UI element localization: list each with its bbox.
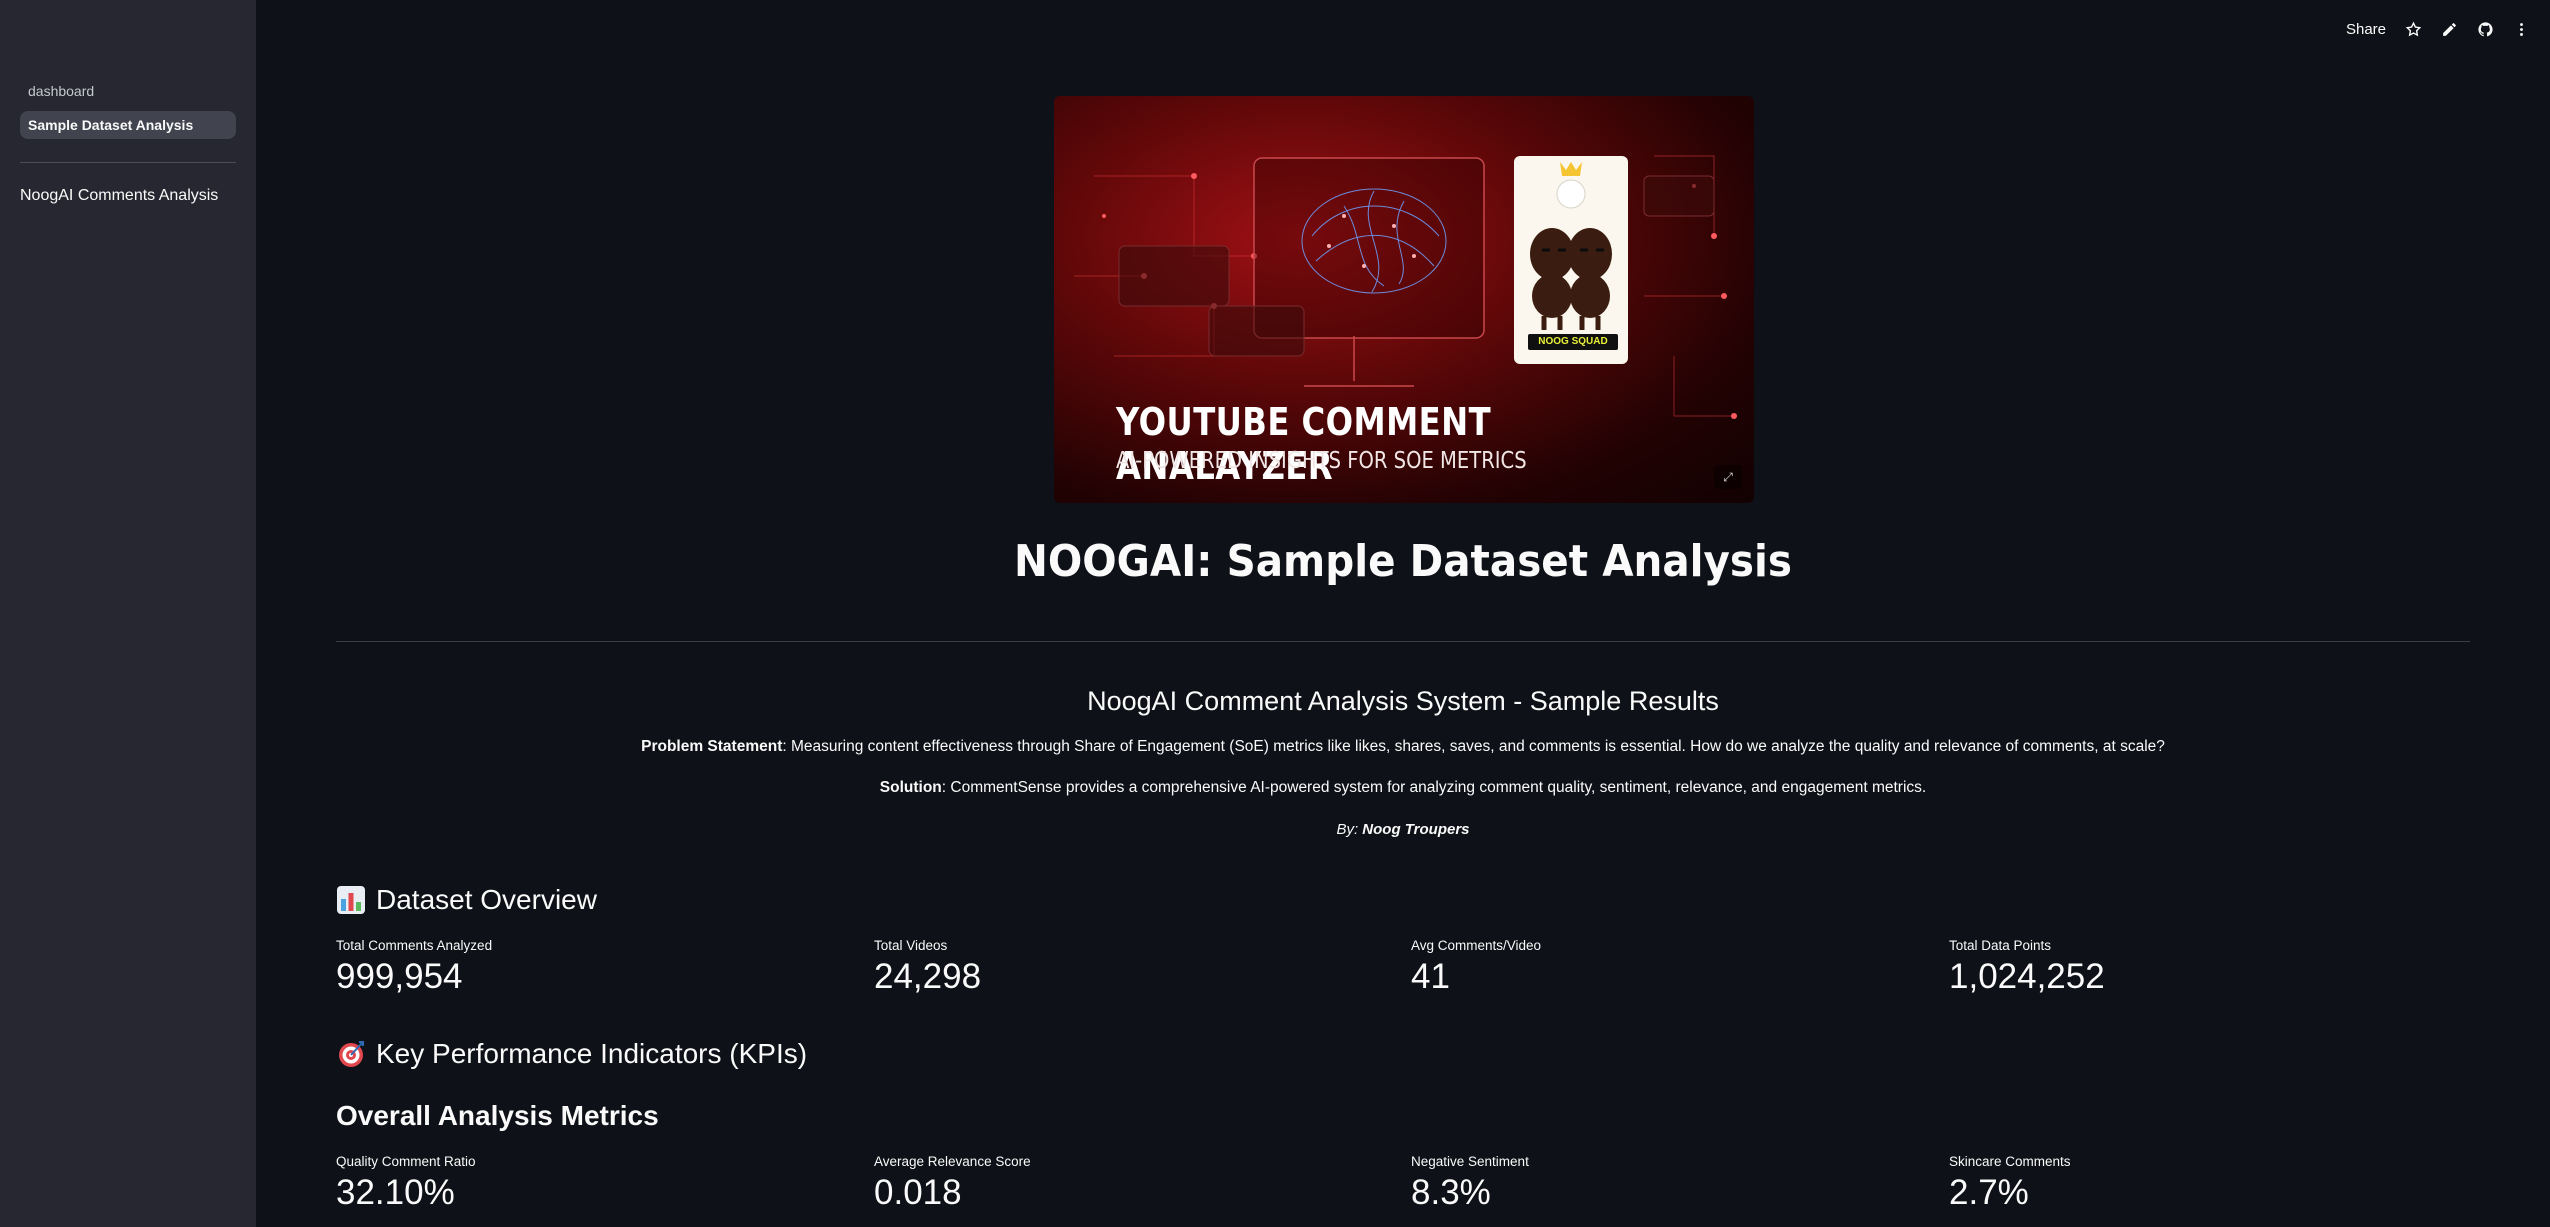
main-content: NOOG SQUAD YOUTUBE COMMENT ANALAYZER AI-… xyxy=(256,0,2550,1227)
metric-value: 0.018 xyxy=(874,1173,962,1212)
problem-statement-text: : Measuring content effectiveness throug… xyxy=(782,738,2165,755)
problem-statement: Problem Statement: Measuring content eff… xyxy=(256,738,2550,756)
banner-title: YOUTUBE COMMENT ANALAYZER xyxy=(1116,400,1492,488)
sidebar-item-noogai-comments-analysis[interactable]: NoogAI Comments Analysis xyxy=(20,187,218,205)
metric-label: Average Relevance Score xyxy=(874,1154,1031,1169)
metric-label: Total Data Points xyxy=(1949,938,2052,953)
solution-label: Solution xyxy=(879,779,942,796)
problem-statement-label: Problem Statement xyxy=(641,738,783,755)
page-title: NOOGAI: Sample Dataset Analysis xyxy=(1013,536,1793,587)
metric-total-data-points: Total Data Points 1,024,252 xyxy=(1949,938,2449,997)
section-subtitle: NoogAI Comment Analysis System - Sample … xyxy=(1087,686,1719,716)
metric-value: 999,954 xyxy=(336,957,463,996)
solution-statement: Solution: CommentSense provides a compre… xyxy=(256,779,2550,797)
metric-label: Total Comments Analyzed xyxy=(336,938,493,953)
target-icon xyxy=(336,1039,366,1069)
overall-metrics-heading: Overall Analysis Metrics xyxy=(336,1100,659,1131)
metric-total-videos: Total Videos 24,298 xyxy=(874,938,1374,997)
metric-avg-comments: Avg Comments/Video 41 xyxy=(1411,938,1911,997)
metric-value: 41 xyxy=(1411,957,1450,996)
noog-squad-card xyxy=(1514,156,1628,364)
metric-total-comments: Total Comments Analyzed 999,954 xyxy=(336,938,836,997)
metric-value: 32.10% xyxy=(336,1173,455,1212)
solution-text: : CommentSense provides a comprehensive … xyxy=(941,779,1927,796)
kpi-title: Key Performance Indicators (KPIs) xyxy=(376,1038,808,1069)
sidebar: dashboard Sample Dataset Analysis NoogAI… xyxy=(0,0,256,1227)
kpi-heading: Key Performance Indicators (KPIs) xyxy=(336,1038,807,1070)
dataset-overview-heading: Dataset Overview xyxy=(336,884,597,916)
metric-value: 1,024,252 xyxy=(1949,957,2105,996)
divider xyxy=(336,641,2470,642)
noog-squad-badge: NOOG SQUAD xyxy=(1528,334,1618,350)
sidebar-item-dashboard[interactable]: dashboard xyxy=(20,77,236,105)
metric-label: Avg Comments/Video xyxy=(1411,938,1542,953)
byline: By: Noog Troupers xyxy=(256,821,2550,838)
metric-quality-comment-ratio: Quality Comment Ratio 32.10% xyxy=(336,1154,836,1213)
metric-value: 24,298 xyxy=(874,957,982,996)
metric-skincare-comments: Skincare Comments 2.7% xyxy=(1949,1154,2449,1213)
metric-average-relevance: Average Relevance Score 0.018 xyxy=(874,1154,1374,1213)
metric-label: Skincare Comments xyxy=(1949,1154,2071,1169)
metric-value: 2.7% xyxy=(1949,1173,2029,1212)
banner-subtitle: AI-POWERED INSIGHTS FOR SOE METRICS xyxy=(1116,448,1527,474)
metric-label: Quality Comment Ratio xyxy=(336,1154,476,1169)
sidebar-item-sample-dataset-analysis[interactable]: Sample Dataset Analysis xyxy=(20,111,236,139)
fullscreen-icon[interactable]: ⤢ xyxy=(1714,465,1742,489)
banner-image: NOOG SQUAD YOUTUBE COMMENT ANALAYZER AI-… xyxy=(1054,96,1754,503)
metric-negative-sentiment: Negative Sentiment 8.3% xyxy=(1411,1154,1911,1213)
byline-author: Noog Troupers xyxy=(1362,821,1470,838)
metric-value: 8.3% xyxy=(1411,1173,1491,1212)
sidebar-divider xyxy=(20,162,236,163)
bar-chart-icon xyxy=(336,885,366,915)
byline-prefix: By: xyxy=(1336,821,1363,838)
dataset-overview-title: Dataset Overview xyxy=(376,884,597,915)
metric-label: Total Videos xyxy=(874,938,948,953)
metric-label: Negative Sentiment xyxy=(1411,1154,1529,1169)
